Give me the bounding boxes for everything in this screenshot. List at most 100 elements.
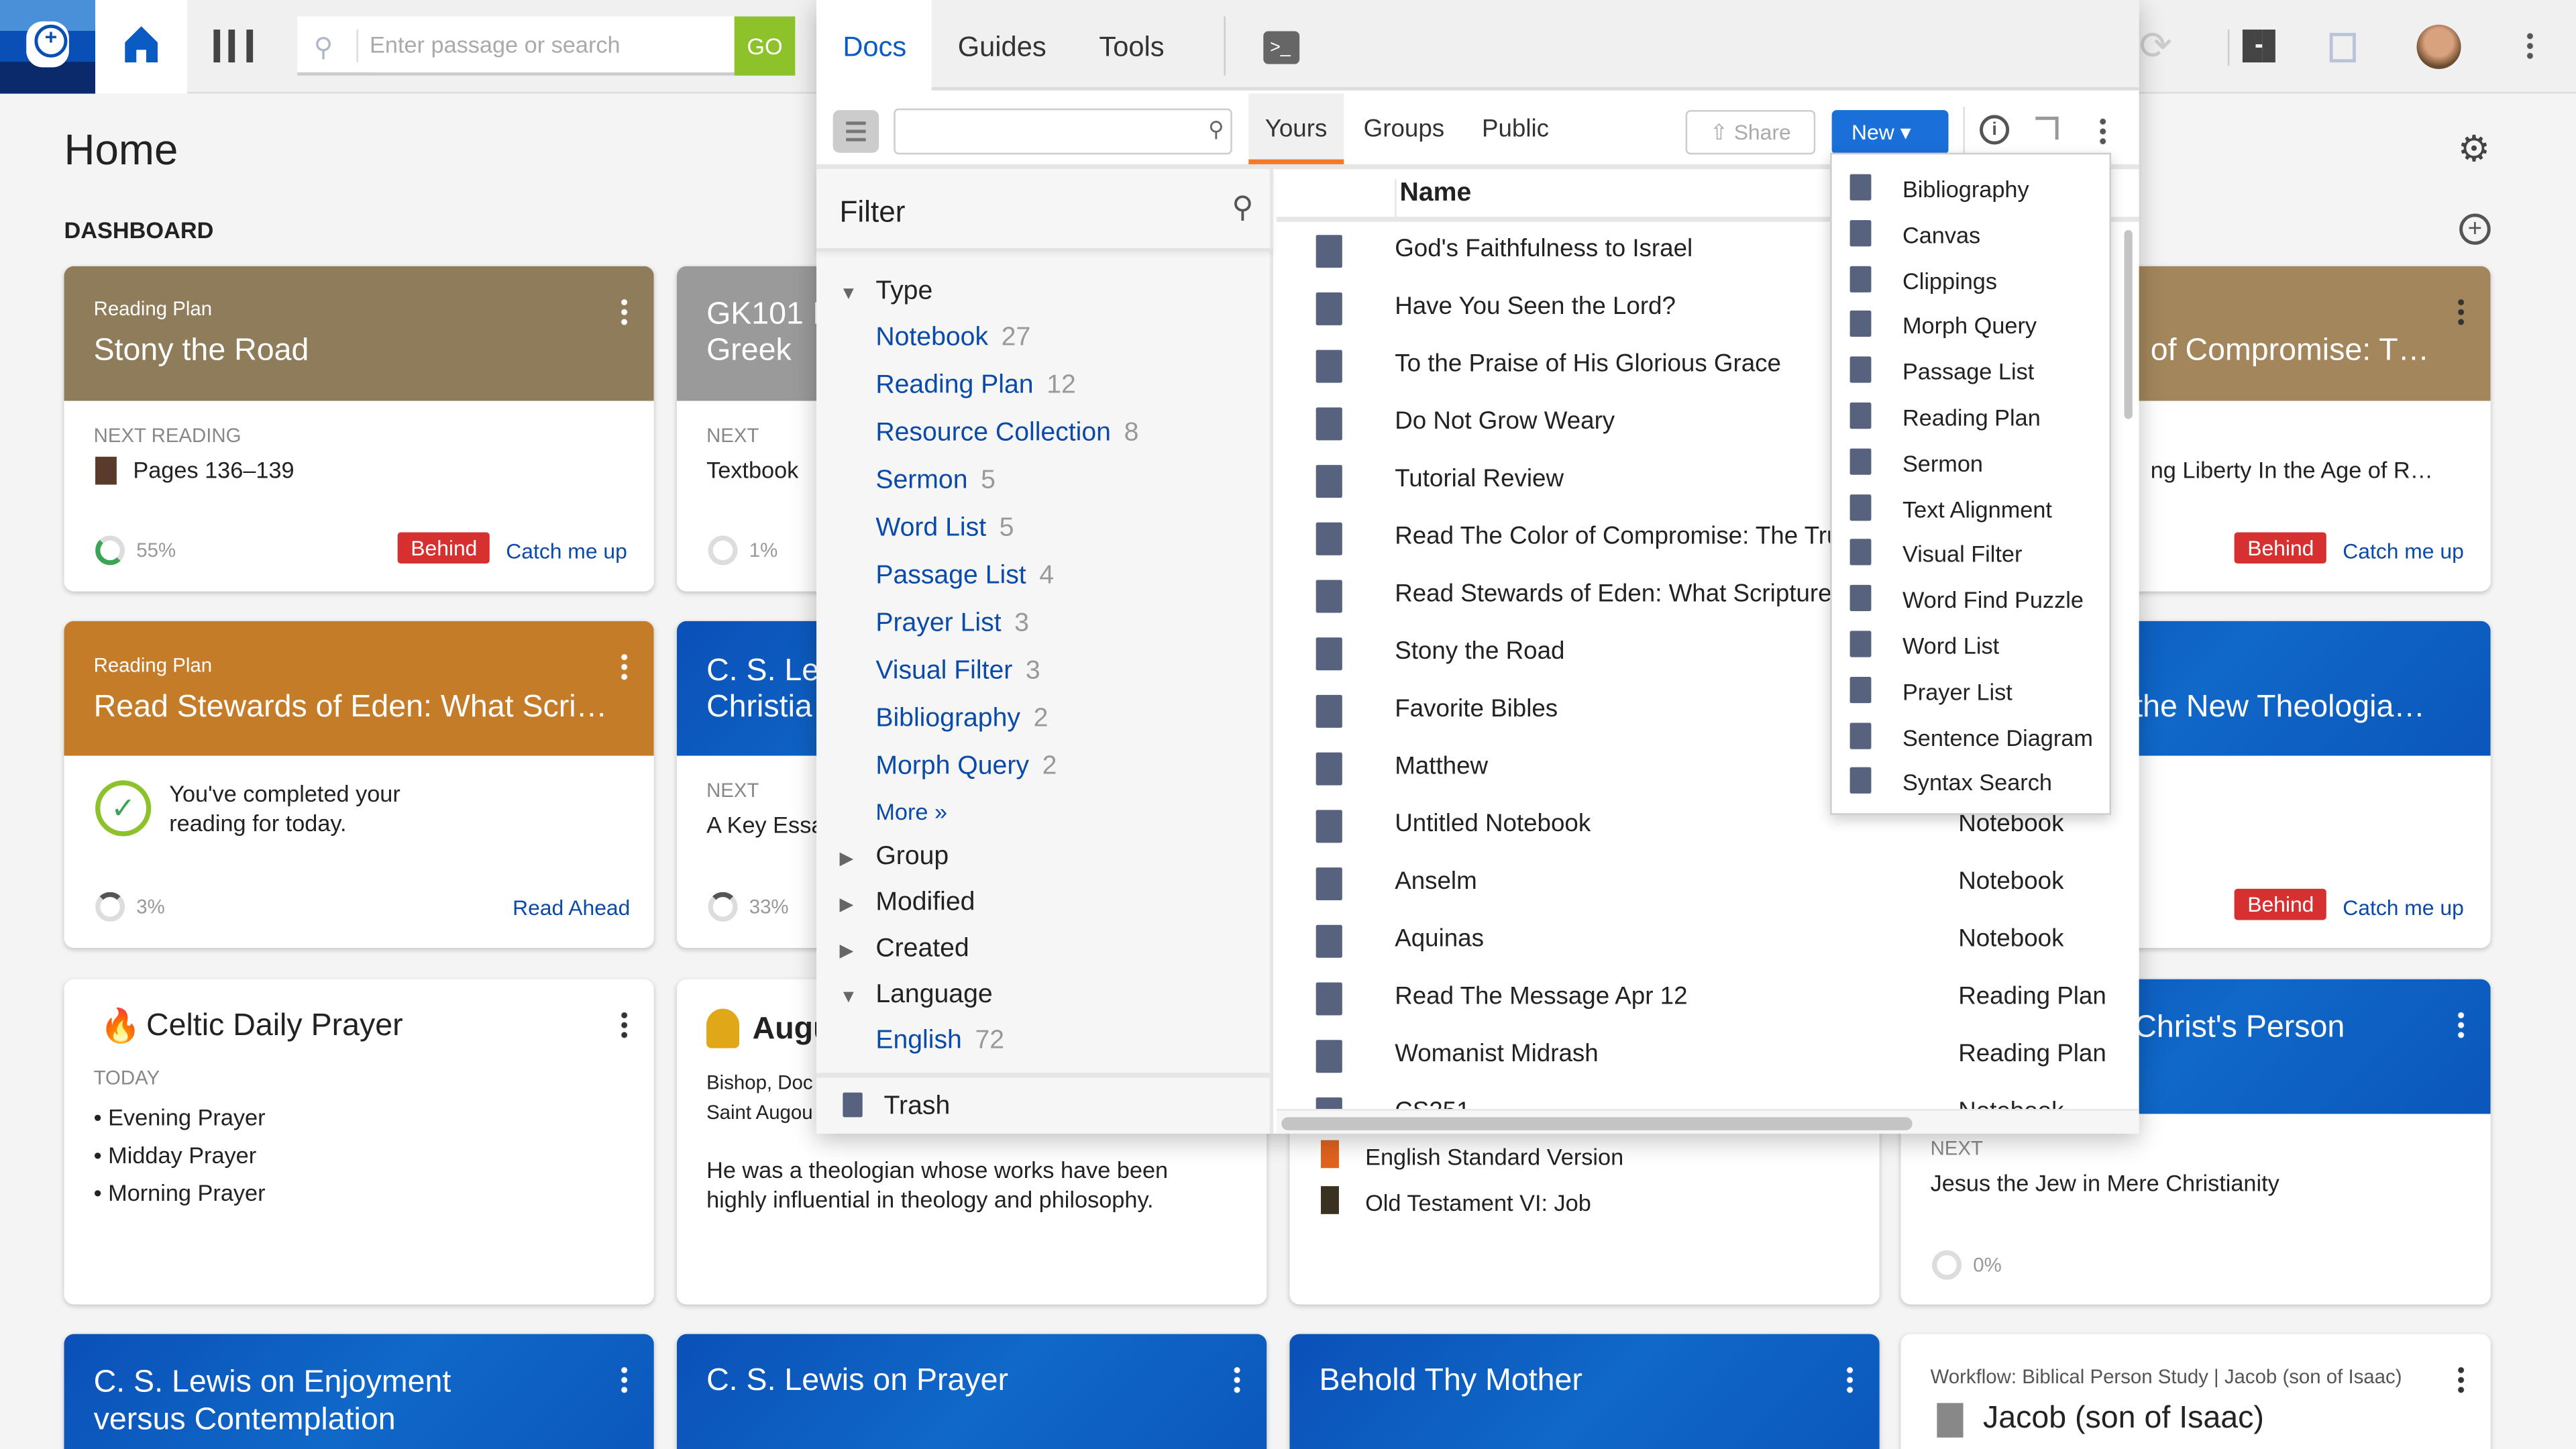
menu-item-clippings[interactable]: Clippings xyxy=(1832,257,2113,303)
vertical-scrollbar[interactable] xyxy=(2124,229,2133,419)
menu-item-word-list[interactable]: Word List xyxy=(1832,623,2113,669)
menu-item-text-alignment[interactable]: Text Alignment xyxy=(1832,486,2113,532)
new-button[interactable]: New ▾ xyxy=(1831,110,1949,155)
prayer-item[interactable]: Morning Prayer xyxy=(108,1179,265,1205)
filter-type-item[interactable]: Sermon 5 xyxy=(875,467,996,496)
catch-me-up-link[interactable]: Catch me up xyxy=(2343,539,2463,564)
avatar[interactable] xyxy=(2416,24,2461,69)
more-link[interactable]: More » xyxy=(875,798,947,824)
panel-menu-icon[interactable] xyxy=(2099,116,2106,146)
filter-group[interactable]: ▶ Group xyxy=(839,843,949,872)
table-row[interactable]: Read The Message Apr 12 Reading Plan xyxy=(1277,969,2114,1027)
card-menu-icon[interactable] xyxy=(2457,297,2465,327)
search-input[interactable] xyxy=(370,16,731,72)
filter-language[interactable]: ▼ Language xyxy=(839,981,992,1010)
book-cover-icon xyxy=(1320,1140,1339,1169)
progress-percent: 33% xyxy=(749,895,789,918)
filter-type-item[interactable]: Word List 5 xyxy=(875,515,1014,544)
search-icon[interactable]: ⚲ xyxy=(1232,191,1253,225)
tab-tools[interactable]: Tools xyxy=(1073,0,1191,94)
next-reading[interactable]: Textbook xyxy=(706,457,798,483)
card-workflow-jacob[interactable]: Workflow: Biblical Person Study | Jacob … xyxy=(1900,1334,2491,1449)
subtab-yours[interactable]: Yours xyxy=(1248,93,1344,164)
sidebar-toggle-icon[interactable] xyxy=(833,110,879,153)
resource-item[interactable]: English Standard Version xyxy=(1365,1144,1623,1170)
table-row[interactable]: Womanist Midrash Reading Plan xyxy=(1277,1027,2114,1085)
card-menu-icon[interactable] xyxy=(621,652,628,682)
card-cs-lewis-prayer[interactable]: C. S. Lewis on Prayer xyxy=(676,1334,1267,1449)
filter-modified[interactable]: ▶ Modified xyxy=(839,889,975,918)
card-menu-icon[interactable] xyxy=(621,1365,628,1395)
more-menu-icon[interactable] xyxy=(2526,31,2534,61)
filter-type-item[interactable]: Notebook 27 xyxy=(875,323,1030,353)
menu-item-prayer-list[interactable]: Prayer List xyxy=(1832,668,2113,714)
card-stony-the-road[interactable]: Reading Plan Stony the Road NEXT READING… xyxy=(64,266,654,592)
next-reading[interactable]: Jesus the Jew in Mere Christianity xyxy=(1931,1170,2279,1196)
filter-type-item[interactable]: Morph Query 2 xyxy=(875,753,1057,782)
tab-guides[interactable]: Guides xyxy=(932,0,1073,94)
menu-item-word-find-puzzle[interactable]: Word Find Puzzle xyxy=(1832,577,2113,623)
layout-icon[interactable] xyxy=(2242,30,2275,63)
docs-search-input[interactable]: ⚲ xyxy=(894,108,1232,155)
menu-item-canvas[interactable]: Canvas xyxy=(1832,211,2113,258)
tab-docs[interactable]: Docs xyxy=(816,0,932,94)
card-menu-icon[interactable] xyxy=(1846,1365,1854,1395)
filter-type[interactable]: ▼ Type xyxy=(839,278,932,307)
card-menu-icon[interactable] xyxy=(621,297,628,327)
card-stewards-of-eden[interactable]: Reading Plan Read Stewards of Eden: What… xyxy=(64,621,654,949)
menu-item-sermon[interactable]: Sermon xyxy=(1832,440,2113,486)
card-menu-icon[interactable] xyxy=(621,1010,628,1040)
table-row[interactable]: Anselm Notebook xyxy=(1277,854,2114,912)
column-header-name[interactable]: Name xyxy=(1395,178,1471,222)
filter-type-item[interactable]: Bibliography 2 xyxy=(875,705,1048,735)
menu-item-sentence-diagram[interactable]: Sentence Diagram xyxy=(1832,714,2113,760)
resource-item[interactable]: Old Testament VI: Job xyxy=(1365,1189,1591,1216)
filter-type-item[interactable]: Resource Collection 8 xyxy=(875,419,1138,448)
filter-language-english[interactable]: English 72 xyxy=(875,1027,1004,1057)
card-celtic-daily-prayer[interactable]: 🔥 Celtic Daily Prayer TODAY • Evening Pr… xyxy=(64,979,654,1305)
prayer-item[interactable]: Midday Prayer xyxy=(108,1142,256,1168)
info-icon[interactable]: i xyxy=(1980,115,2010,145)
read-ahead-link[interactable]: Read Ahead xyxy=(513,896,630,920)
card-behold-thy-mother[interactable]: Behold Thy Mother xyxy=(1289,1334,1880,1449)
subtab-groups[interactable]: Groups xyxy=(1347,94,1460,164)
progress-ring xyxy=(1932,1250,1962,1280)
menu-item-morph-query[interactable]: Morph Query xyxy=(1832,303,2113,350)
library-icon[interactable] xyxy=(213,30,254,63)
next-reading[interactable]: Pages 136–139 xyxy=(133,457,294,483)
filter-type-item[interactable]: Passage List 4 xyxy=(875,562,1054,592)
share-button[interactable]: ⇧ Share xyxy=(1685,110,1816,155)
table-row[interactable]: Aquinas Notebook xyxy=(1277,912,2114,969)
gear-icon[interactable]: ⚙ xyxy=(2458,128,2490,171)
menu-item-passage-list[interactable]: Passage List xyxy=(1832,349,2113,395)
logos-logo[interactable] xyxy=(0,0,96,94)
prayer-item[interactable]: Evening Prayer xyxy=(108,1104,265,1130)
add-widget-icon[interactable]: + xyxy=(2459,213,2491,245)
table-row[interactable]: CS251 Notebook xyxy=(1277,1084,2114,1110)
card-cs-lewis-enjoyment[interactable]: C. S. Lewis on Enjoyment versus Contempl… xyxy=(64,1334,654,1449)
menu-item-syntax-search[interactable]: Syntax Search xyxy=(1832,759,2113,806)
filter-type-item[interactable]: Reading Plan 12 xyxy=(875,371,1075,400)
trash-item[interactable]: Trash xyxy=(816,1073,1273,1134)
card-menu-icon[interactable] xyxy=(1234,1365,1240,1395)
menu-item-reading-plan[interactable]: Reading Plan xyxy=(1832,394,2113,441)
card-menu-icon[interactable] xyxy=(2457,1010,2465,1040)
card-menu-icon[interactable] xyxy=(2457,1365,2465,1395)
menu-item-bibliography[interactable]: Bibliography xyxy=(1832,166,2113,212)
subtab-public[interactable]: Public xyxy=(1466,94,1566,164)
horizontal-scrollbar[interactable] xyxy=(1276,1109,2139,1134)
popout-icon[interactable] xyxy=(2035,116,2059,140)
filter-type-item[interactable]: Prayer List 3 xyxy=(875,610,1029,639)
filter-created[interactable]: ▶ Created xyxy=(839,934,969,964)
sync-icon[interactable]: ⟳ xyxy=(2139,23,2172,70)
menu-item-visual-filter[interactable]: Visual Filter xyxy=(1832,531,2113,578)
home-button[interactable] xyxy=(95,0,188,94)
next-reading[interactable]: A Key Essa xyxy=(706,812,824,838)
next-reading[interactable]: ng Liberty In the Age of R… xyxy=(2151,457,2433,483)
close-panels-icon[interactable] xyxy=(2329,32,2356,63)
command-line-icon[interactable]: >_ xyxy=(1263,31,1300,64)
catch-me-up-link[interactable]: Catch me up xyxy=(2343,896,2463,920)
filter-type-item[interactable]: Visual Filter 3 xyxy=(875,657,1040,687)
go-button[interactable]: GO xyxy=(734,16,796,76)
catch-me-up-link[interactable]: Catch me up xyxy=(506,539,627,564)
